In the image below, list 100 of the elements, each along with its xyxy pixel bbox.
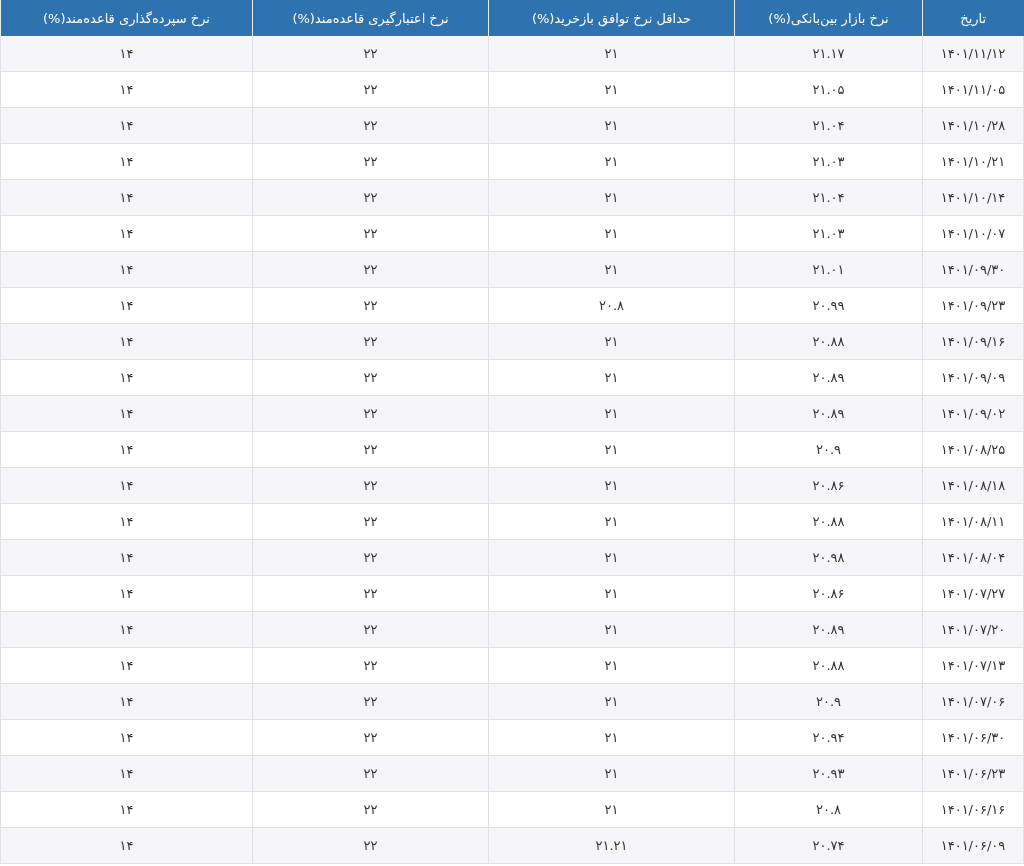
table-cell: ۲۱.۱۷ <box>734 36 923 72</box>
table-cell: ۲۱ <box>488 755 735 792</box>
table-cell: ۲۰.۷۴ <box>734 827 923 864</box>
table-cell: ۱۴ <box>0 467 253 504</box>
table-cell: ۱۴۰۱/۱۰/۰۷ <box>922 215 1024 252</box>
table-cell: ۲۲ <box>252 179 489 216</box>
table-cell: ۲۱ <box>488 107 735 144</box>
table-cell: ۱۴ <box>0 36 253 72</box>
table-cell: ۲۲ <box>252 71 489 108</box>
table-cell: ۲۱ <box>488 179 735 216</box>
table-cell: ۲۰.۸۶ <box>734 467 923 504</box>
table-cell: ۱۴۰۱/۱۱/۱۲ <box>922 36 1024 72</box>
table-cell: ۱۴ <box>0 71 253 108</box>
table-cell: ۱۴ <box>0 215 253 252</box>
table-cell: ۲۲ <box>252 539 489 576</box>
table-cell: ۲۰.۸ <box>734 791 923 828</box>
table-cell: ۱۴۰۱/۰۸/۱۸ <box>922 467 1024 504</box>
table-cell: ۲۰.۸۹ <box>734 395 923 432</box>
table-cell: ۲۱ <box>488 791 735 828</box>
table-cell: ۲۲ <box>252 323 489 360</box>
column-header: نرخ بازار بین‌بانکی(%) <box>734 0 923 36</box>
table-cell: ۱۴۰۱/۰۶/۰۹ <box>922 827 1024 864</box>
table-cell: ۲۲ <box>252 719 489 756</box>
table-cell: ۲۲ <box>252 611 489 648</box>
table-cell: ۱۴۰۱/۰۸/۱۱ <box>922 503 1024 540</box>
table-cell: ۲۲ <box>252 575 489 612</box>
table-cell: ۲۱ <box>488 71 735 108</box>
table-cell: ۱۴۰۱/۰۶/۲۳ <box>922 755 1024 792</box>
table-cell: ۱۴ <box>0 611 253 648</box>
table-cell: ۲۱.۰۵ <box>734 71 923 108</box>
table-cell: ۱۴ <box>0 503 253 540</box>
table-cell: ۲۱ <box>488 323 735 360</box>
table-cell: ۱۴ <box>0 143 253 180</box>
table-cell: ۲۰.۹۴ <box>734 719 923 756</box>
table-cell: ۱۴ <box>0 827 253 864</box>
table-cell: ۲۰.۸۹ <box>734 359 923 396</box>
table-cell: ۲۱.۰۴ <box>734 107 923 144</box>
table-cell: ۲۱.۲۱ <box>488 827 735 864</box>
table-cell: ۲۰.۹ <box>734 431 923 468</box>
table-cell: ۲۲ <box>252 251 489 288</box>
column-header: نرخ سپرده‌گذاری قاعده‌مند(%) <box>0 0 253 36</box>
table-cell: ۲۰.۹۳ <box>734 755 923 792</box>
table-cell: ۱۴۰۱/۰۸/۰۴ <box>922 539 1024 576</box>
table-cell: ۱۴ <box>0 647 253 684</box>
table-cell: ۱۴۰۱/۰۷/۱۳ <box>922 647 1024 684</box>
table-cell: ۲۱ <box>488 215 735 252</box>
table-cell: ۲۱ <box>488 467 735 504</box>
table-cell: ۲۱.۰۳ <box>734 143 923 180</box>
table-cell: ۱۴۰۱/۱۱/۰۵ <box>922 71 1024 108</box>
table-cell: ۲۰.۸۸ <box>734 323 923 360</box>
table-cell: ۱۴ <box>0 431 253 468</box>
table-cell: ۱۴ <box>0 107 253 144</box>
column-header: نرخ اعتبارگیری قاعده‌مند(%) <box>252 0 489 36</box>
table-cell: ۲۱.۰۴ <box>734 179 923 216</box>
table-cell: ۲۲ <box>252 467 489 504</box>
table-cell: ۱۴ <box>0 575 253 612</box>
table-cell: ۱۴ <box>0 179 253 216</box>
table-cell: ۱۴۰۱/۰۷/۲۷ <box>922 575 1024 612</box>
column-header: حداقل نرخ توافق بازخرید(%) <box>488 0 735 36</box>
table-cell: ۱۴۰۱/۰۹/۳۰ <box>922 251 1024 288</box>
table-cell: ۱۴ <box>0 359 253 396</box>
table-cell: ۲۱ <box>488 251 735 288</box>
table-cell: ۲۲ <box>252 143 489 180</box>
table-cell: ۱۴۰۱/۰۶/۳۰ <box>922 719 1024 756</box>
table-cell: ۲۲ <box>252 647 489 684</box>
table-cell: ۱۴۰۱/۰۹/۰۲ <box>922 395 1024 432</box>
table-cell: ۲۲ <box>252 359 489 396</box>
table-cell: ۲۲ <box>252 755 489 792</box>
table-cell: ۲۲ <box>252 827 489 864</box>
table-cell: ۱۴ <box>0 287 253 324</box>
table-cell: ۱۴ <box>0 719 253 756</box>
table-cell: ۱۴ <box>0 683 253 720</box>
table-cell: ۲۰.۹۹ <box>734 287 923 324</box>
table-cell: ۲۲ <box>252 36 489 72</box>
table-cell: ۲۱ <box>488 647 735 684</box>
table-cell: ۱۴۰۱/۱۰/۲۱ <box>922 143 1024 180</box>
table-cell: ۱۴۰۱/۱۰/۲۸ <box>922 107 1024 144</box>
table-cell: ۲۱ <box>488 395 735 432</box>
table-cell: ۱۴۰۱/۰۹/۱۶ <box>922 323 1024 360</box>
table-cell: ۲۱ <box>488 719 735 756</box>
table-cell: ۱۴۰۱/۰۷/۰۶ <box>922 683 1024 720</box>
table-cell: ۲۱ <box>488 683 735 720</box>
table-cell: ۲۲ <box>252 503 489 540</box>
table-cell: ۲۱ <box>488 143 735 180</box>
column-header: تاریخ <box>922 0 1024 36</box>
table-cell: ۱۴ <box>0 791 253 828</box>
table-cell: ۱۴ <box>0 323 253 360</box>
table-cell: ۱۴۰۱/۰۹/۰۹ <box>922 359 1024 396</box>
table-cell: ۲۱ <box>488 575 735 612</box>
table-cell: ۱۴۰۱/۱۰/۱۴ <box>922 179 1024 216</box>
table-cell: ۱۴۰۱/۰۹/۲۳ <box>922 287 1024 324</box>
table-cell: ۲۲ <box>252 683 489 720</box>
table-cell: ۲۱ <box>488 539 735 576</box>
table-cell: ۲۱ <box>488 359 735 396</box>
table-cell: ۲۲ <box>252 395 489 432</box>
table-cell: ۲۰.۸۹ <box>734 611 923 648</box>
table-cell: ۲۱ <box>488 503 735 540</box>
table-cell: ۲۲ <box>252 431 489 468</box>
table-cell: ۱۴۰۱/۰۷/۲۰ <box>922 611 1024 648</box>
table-cell: ۲۰.۹ <box>734 683 923 720</box>
